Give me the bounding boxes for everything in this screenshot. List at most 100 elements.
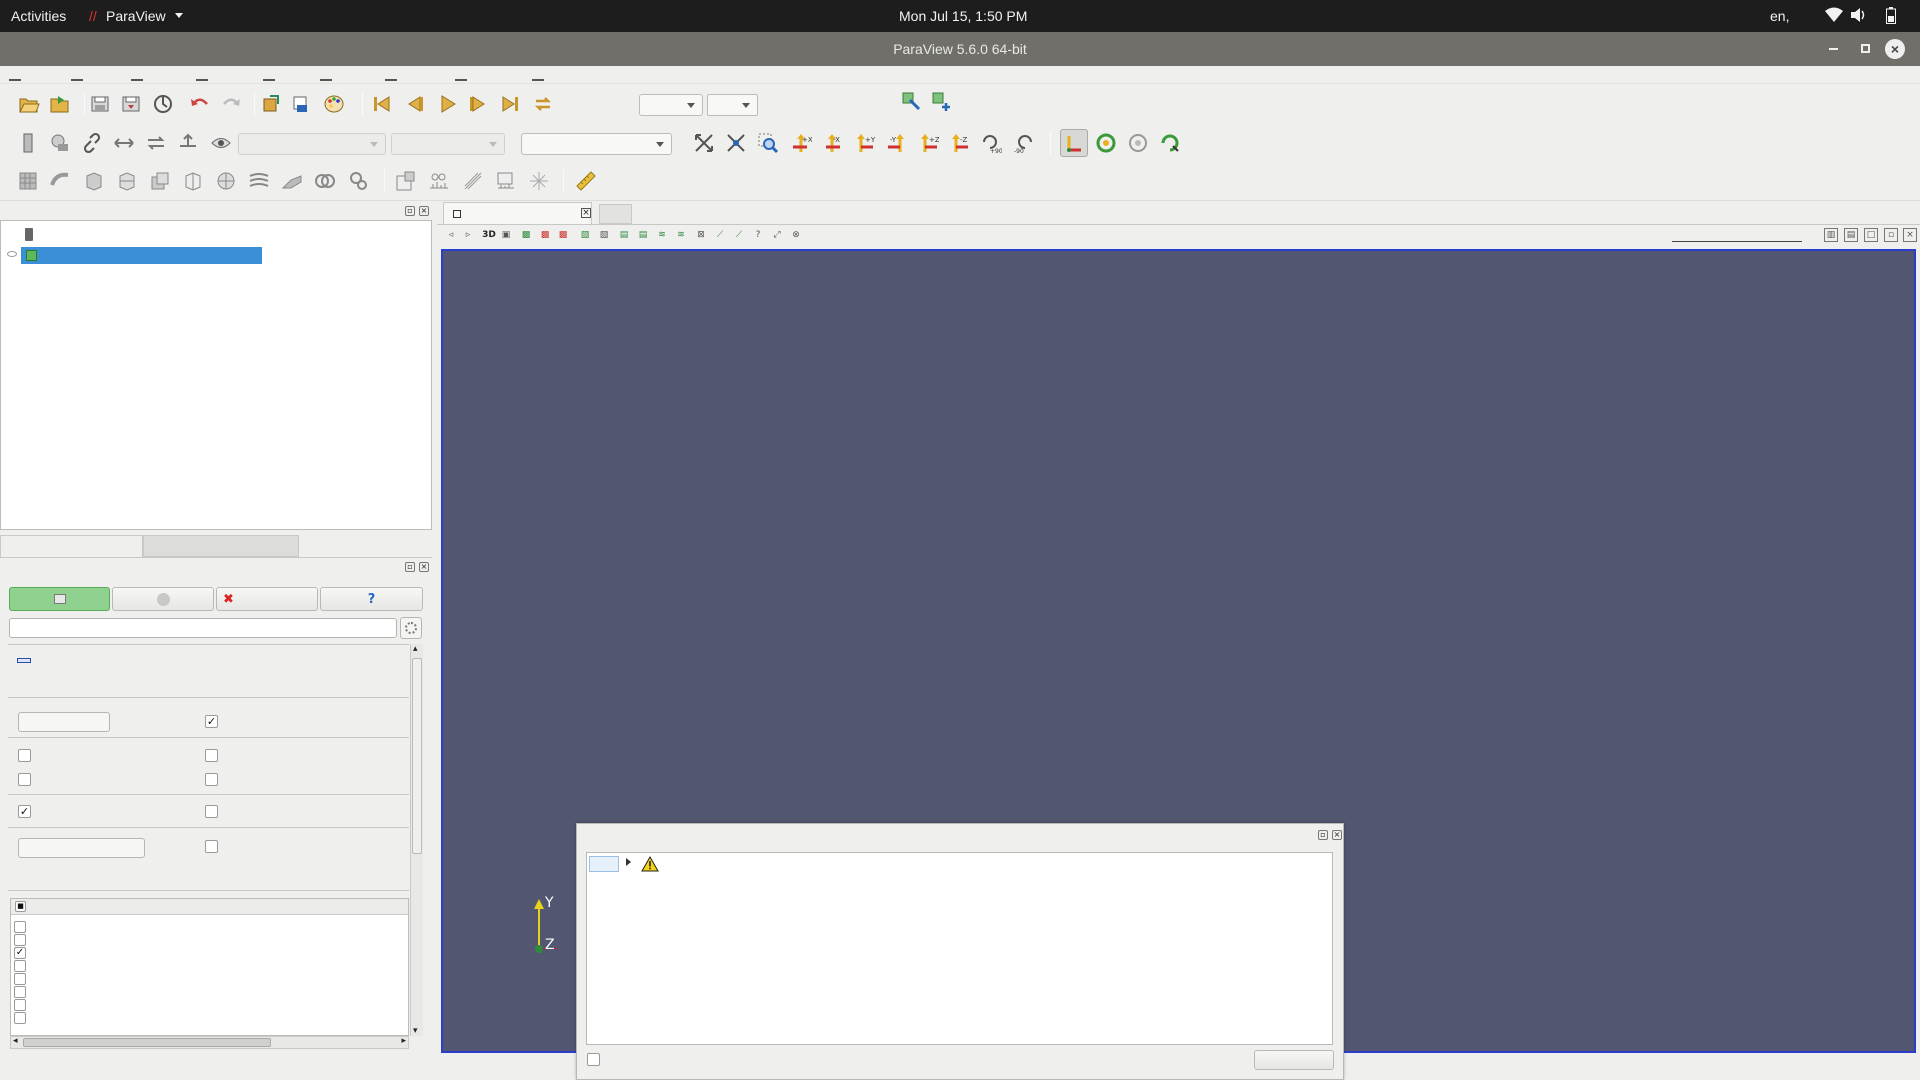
glyph-icon[interactable]: [214, 169, 238, 193]
save-data-icon[interactable]: [88, 92, 112, 116]
property-checkbox[interactable]: [205, 805, 218, 818]
view-plus-x-icon[interactable]: +X: [789, 131, 813, 155]
play-icon[interactable]: [436, 92, 460, 116]
scrollbar-thumb[interactable]: [23, 1038, 271, 1047]
reverse-camera-icon[interactable]: [144, 131, 168, 155]
undock-icon[interactable]: ▫: [405, 562, 415, 572]
hover-cells-icon[interactable]: ≋: [674, 228, 688, 242]
first-frame-icon[interactable]: [370, 92, 394, 116]
property-checkbox[interactable]: [18, 749, 31, 762]
time-step-spinbox[interactable]: [707, 94, 758, 116]
show-center-icon[interactable]: [1094, 131, 1118, 155]
maximize-view-icon[interactable]: □: [1864, 228, 1878, 242]
close-tab-icon[interactable]: ×: [581, 208, 591, 218]
select-points-on-icon[interactable]: ▩: [538, 228, 552, 242]
capture-screenshot-icon[interactable]: ▣: [499, 228, 513, 242]
horizontal-scrollbar[interactable]: ◂ ▸: [10, 1036, 409, 1049]
apply-button[interactable]: [9, 587, 110, 611]
delete-button[interactable]: ✖: [216, 587, 318, 611]
visibility-eye-icon[interactable]: [7, 251, 17, 257]
extract-level-icon[interactable]: [346, 169, 370, 193]
menu-filters[interactable]: [263, 79, 275, 81]
pipeline-tree[interactable]: [0, 220, 432, 530]
select-polygon-icon[interactable]: ▧: [597, 228, 611, 242]
menu-sources[interactable]: [196, 79, 208, 81]
camera-undo-icon[interactable]: ◃: [444, 228, 458, 242]
show-orientation-axes-icon[interactable]: [1060, 129, 1088, 157]
table-row-checkbox[interactable]: [14, 973, 26, 985]
contour-icon[interactable]: [48, 169, 72, 193]
ruler-icon[interactable]: [574, 169, 598, 193]
shrink-selection-icon[interactable]: ⟋: [713, 228, 727, 242]
calculator-icon[interactable]: [16, 169, 40, 193]
table-row-checkbox[interactable]: [14, 986, 26, 998]
loop-icon[interactable]: [531, 92, 555, 116]
console-checkbox[interactable]: [587, 1053, 600, 1066]
component-dropdown[interactable]: [521, 133, 672, 155]
probe-location-icon[interactable]: [461, 169, 485, 193]
load-state-icon[interactable]: [48, 92, 72, 116]
histogram-icon[interactable]: [427, 169, 451, 193]
messages-list[interactable]: [586, 852, 1333, 1045]
table-row-checkbox[interactable]: [14, 960, 26, 972]
close-panel-icon[interactable]: ×: [419, 206, 429, 216]
search-input[interactable]: [9, 618, 397, 638]
scroll-left-icon[interactable]: ◂: [13, 1036, 18, 1046]
random-vectors-icon[interactable]: [527, 169, 551, 193]
undock-icon[interactable]: ▫: [1318, 830, 1328, 840]
find-selection-icon[interactable]: ?: [751, 228, 765, 242]
select-all-checkbox[interactable]: ■: [15, 901, 26, 912]
threshold-icon[interactable]: [148, 169, 172, 193]
rotation-center-pick-icon[interactable]: [1158, 131, 1182, 155]
scroll-up-icon[interactable]: ▴: [413, 644, 418, 654]
pick-center-icon[interactable]: [48, 131, 72, 155]
input-method-indicator[interactable]: en,: [1770, 8, 1789, 24]
clear-button[interactable]: [1254, 1050, 1334, 1070]
open-icon[interactable]: [17, 92, 41, 116]
reset-button[interactable]: [112, 587, 214, 611]
property-checkbox-checked[interactable]: ✓: [18, 805, 31, 818]
reset-session-icon[interactable]: [259, 92, 283, 116]
close-view-icon[interactable]: ×: [1903, 228, 1917, 242]
color-by-dropdown[interactable]: [391, 133, 505, 155]
rotate-minus-90-icon[interactable]: -90: [1012, 131, 1036, 155]
menu-edit[interactable]: [71, 79, 83, 81]
view-plus-z-icon[interactable]: +Z: [916, 131, 940, 155]
extract-selection-icon[interactable]: ⤢: [770, 228, 784, 242]
redo-icon[interactable]: [219, 92, 243, 116]
connect-icon[interactable]: [151, 92, 175, 116]
scroll-right-icon[interactable]: ▸: [401, 1036, 406, 1046]
zoom-to-box-icon[interactable]: [756, 131, 780, 155]
menu-help[interactable]: [532, 79, 544, 81]
warp-icon[interactable]: [280, 169, 304, 193]
interactive-select-icon[interactable]: ▤: [636, 228, 650, 242]
select-points-through-icon[interactable]: ▧: [578, 228, 592, 242]
last-frame-icon[interactable]: [498, 92, 522, 116]
undo-icon[interactable]: [188, 92, 212, 116]
volume-icon[interactable]: [1850, 7, 1868, 26]
help-button[interactable]: ?: [320, 587, 423, 611]
extract-subset-icon[interactable]: [181, 169, 205, 193]
property-checkbox[interactable]: [205, 749, 218, 762]
split-horizontal-icon[interactable]: ▥: [1824, 228, 1838, 242]
link-camera-icon[interactable]: [80, 131, 104, 155]
representation-dropdown[interactable]: [238, 133, 386, 155]
rotate-plus-90-icon[interactable]: +90: [979, 131, 1003, 155]
collapse-section-icon[interactable]: [17, 658, 31, 663]
select-cells-on-icon[interactable]: ▩: [519, 228, 533, 242]
find-data-icon[interactable]: [290, 92, 314, 116]
hover-points-icon[interactable]: ≋: [655, 228, 669, 242]
select-cells-through-icon[interactable]: ▩: [556, 228, 570, 242]
visibility-eye-icon[interactable]: [209, 131, 233, 155]
wifi-icon[interactable]: [1825, 7, 1843, 26]
battery-state-icon[interactable]: [16, 131, 40, 155]
add-selection-icon[interactable]: [930, 90, 954, 114]
battery-icon[interactable]: [1886, 7, 1896, 27]
clock[interactable]: Mon Jul 15, 1:50 PM: [899, 8, 1027, 24]
menu-file[interactable]: [9, 79, 21, 81]
menu-macros[interactable]: [455, 79, 467, 81]
table-row-checkbox[interactable]: [14, 999, 26, 1011]
maximize-icon[interactable]: [1861, 44, 1870, 53]
advanced-settings-gear-icon[interactable]: [400, 617, 422, 639]
edit-selection-icon[interactable]: ⟋: [732, 228, 746, 242]
